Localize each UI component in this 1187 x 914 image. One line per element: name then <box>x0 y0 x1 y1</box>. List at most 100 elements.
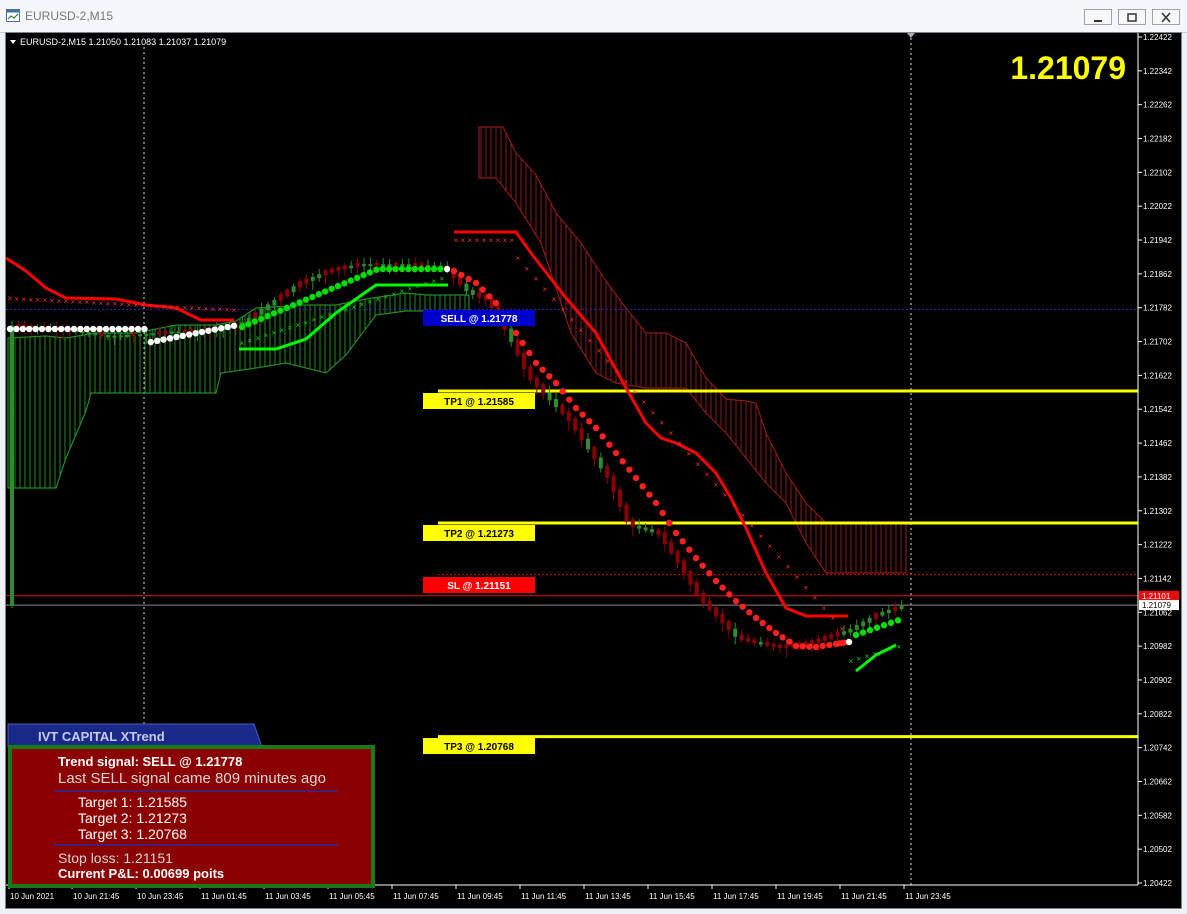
candle-body <box>784 644 789 648</box>
time-tick-label: 11 Jun 21:45 <box>841 892 887 901</box>
candle-body <box>170 331 174 334</box>
candle-body <box>765 642 770 646</box>
trend-cross: × <box>360 300 365 309</box>
trend-dot <box>373 266 380 273</box>
price-tick-label: 1.21382 <box>1143 473 1172 482</box>
trend-dot <box>290 301 297 309</box>
candle-body <box>586 438 590 450</box>
candle-body <box>413 262 418 266</box>
candle-body <box>560 404 565 414</box>
trend-dot <box>792 642 800 650</box>
trend-dot <box>38 325 46 333</box>
trend-cross: × <box>106 299 111 308</box>
title-bar: EURUSD-2,M15 <box>0 0 1187 33</box>
last-signal-text: Last SELL signal came 809 minutes ago <box>58 770 326 787</box>
candle-body <box>893 606 898 612</box>
trend-cross: × <box>482 236 487 245</box>
trend-dot <box>32 325 39 333</box>
candle-body <box>733 628 738 637</box>
time-tick-label: 11 Jun 13:45 <box>585 892 631 901</box>
trend-cross: × <box>190 304 195 313</box>
trend-dot <box>90 325 97 333</box>
trend-dot <box>58 325 65 333</box>
terminal-window: EURUSD-2,M15 × × × × × × × × × × × × × × × × × × × × × × × × × × ×… <box>0 0 1187 914</box>
trend-cross: × <box>570 316 575 325</box>
trend-dot <box>315 291 322 298</box>
candle-body <box>534 377 539 387</box>
trend-dot <box>109 325 116 333</box>
trend-cross: × <box>99 299 104 308</box>
trend-cross: × <box>865 652 870 661</box>
trend-dot <box>283 304 290 312</box>
panel-tab-title: IVT CAPITAL XTrend <box>38 729 165 744</box>
trend-cross: × <box>204 304 209 313</box>
trend-dot <box>566 396 573 403</box>
candle-body <box>394 262 398 266</box>
price-tick-label: 1.20742 <box>1143 744 1172 753</box>
candle-body <box>682 560 686 574</box>
trend-dot <box>179 332 186 339</box>
price-chart[interactable]: × × × × × × × × × × × × × × × × × × × × × × × × × × × × × × × × ×× × × × × × ×… <box>6 33 1181 908</box>
chart-area[interactable]: × × × × × × × × × × × × × × × × × × × × × × × × × × × × × × × × × × × × × × × ×… <box>5 32 1182 909</box>
red-cloud <box>478 126 907 574</box>
trend-dot <box>102 325 110 333</box>
trend-cross: × <box>148 302 153 311</box>
trend-dot <box>192 330 199 337</box>
time-tick-label: 11 Jun 17:45 <box>713 892 759 901</box>
price-tick-label: 1.22102 <box>1143 168 1172 177</box>
candle-body <box>362 264 366 267</box>
candle-body <box>726 620 731 631</box>
candle-body <box>714 607 718 617</box>
current-price-display: 1.21079 <box>1010 50 1126 86</box>
trend-cross: × <box>240 339 245 348</box>
dropdown-triangle-icon[interactable] <box>10 40 16 44</box>
trend-dot <box>812 643 820 651</box>
trend-cross: × <box>312 316 317 325</box>
trend-cross: × <box>211 305 216 314</box>
price-tick-label: 1.21462 <box>1143 439 1172 448</box>
close-icon <box>1161 12 1171 23</box>
price-axis[interactable]: 1.22422 1.22342 1.22262 1.22182 1.22102 1.220… <box>1137 33 1179 888</box>
trend-dot <box>411 265 418 273</box>
candle-body <box>163 330 168 334</box>
time-tick-label: 11 Jun 05:45 <box>329 892 375 901</box>
candle-body <box>573 418 578 431</box>
price-tick-label: 1.21222 <box>1143 541 1172 550</box>
candle-body <box>630 519 635 527</box>
time-tick-label: 10 Jun 2021 <box>10 892 55 901</box>
shift-marker-icon[interactable] <box>907 33 915 38</box>
candle-body <box>336 267 341 271</box>
close-button[interactable] <box>1152 9 1180 25</box>
trend-dot <box>205 327 212 334</box>
candle-body <box>144 333 149 336</box>
trend-cross: × <box>296 321 301 330</box>
trend-cross: × <box>503 236 508 245</box>
trend-cross: × <box>288 323 293 332</box>
minimize-button[interactable] <box>1084 9 1112 25</box>
trend-dot <box>309 293 316 301</box>
restore-button[interactable] <box>1118 9 1146 25</box>
candle-body <box>522 352 526 370</box>
trend-dot <box>258 315 265 323</box>
trend-dot <box>486 293 493 300</box>
price-tick-label: 1.21622 <box>1143 371 1172 380</box>
candle-body <box>861 621 866 627</box>
trend-cross: × <box>176 303 181 312</box>
candle-body <box>746 637 750 642</box>
trend-dot <box>51 325 58 333</box>
price-tick-label: 1.20902 <box>1143 676 1172 685</box>
candle-body <box>778 644 782 648</box>
candle-body <box>822 636 827 641</box>
trend-dot <box>512 329 520 337</box>
candle-body <box>355 262 360 267</box>
trend-cross: × <box>197 304 202 313</box>
time-tick-label: 10 Jun 23:45 <box>137 892 184 901</box>
trend-cross: × <box>50 296 55 305</box>
trend-dot <box>612 449 620 457</box>
trend-cross: × <box>534 275 539 284</box>
price-tick-label: 1.20502 <box>1143 845 1172 854</box>
price-tick-label: 1.21862 <box>1143 270 1172 279</box>
price-tick-label: 1.20582 <box>1143 811 1172 820</box>
trend-cross: × <box>64 297 69 306</box>
trend-dot <box>230 322 238 329</box>
